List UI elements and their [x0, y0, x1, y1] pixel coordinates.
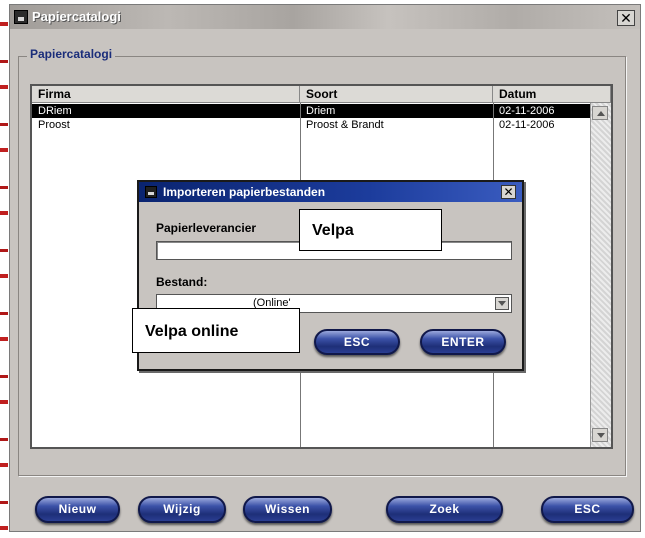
esc-button[interactable]: ESC [541, 496, 634, 523]
app-icon [14, 10, 28, 24]
dropdown-arrow-icon [498, 301, 506, 306]
supplier-label: Papierleverancier [156, 221, 257, 235]
scroll-down-button[interactable] [592, 428, 608, 442]
delete-button[interactable]: Wissen [243, 496, 332, 523]
column-header-firma[interactable]: Firma [32, 86, 300, 103]
edit-button[interactable]: Wijzig [138, 496, 226, 523]
dialog-titlebar[interactable]: Importeren papierbestanden ✕ [139, 182, 522, 202]
file-callout: Velpa online [132, 308, 300, 353]
cell-datum: 02-11-2006 [499, 119, 555, 131]
column-header-soort[interactable]: Soort [300, 86, 493, 103]
dialog-esc-button[interactable]: ESC [314, 329, 400, 355]
cell-datum: 02-11-2006 [493, 104, 590, 118]
window-titlebar[interactable]: Papiercatalogi ✕ [10, 5, 640, 29]
cell-firma: Proost [38, 119, 70, 131]
search-button[interactable]: Zoek [386, 496, 503, 523]
column-header-datum[interactable]: Datum [493, 86, 611, 103]
scroll-up-button[interactable] [592, 106, 608, 120]
cell-firma: DRiem [32, 104, 300, 118]
catalog-group-label: Papiercatalogi [27, 47, 116, 61]
window-title: Papiercatalogi [32, 9, 121, 24]
dialog-enter-button[interactable]: ENTER [420, 329, 506, 355]
scroll-down-icon [597, 433, 605, 438]
table-row[interactable]: Proost Proost & Brandt 02-11-2006 [32, 118, 590, 132]
cell-soort: Driem [300, 104, 493, 118]
vertical-scrollbar[interactable] [590, 103, 611, 447]
table-row[interactable]: DRiem Driem 02-11-2006 [32, 104, 590, 118]
cell-soort: Proost & Brandt [306, 119, 384, 131]
new-button[interactable]: Nieuw [35, 496, 120, 523]
file-dropdown-button[interactable] [495, 297, 509, 310]
supplier-callout: Velpa [299, 209, 442, 251]
dialog-close-button[interactable]: ✕ [501, 185, 516, 199]
file-label: Bestand: [156, 275, 208, 289]
scroll-up-icon [597, 111, 605, 116]
window-close-button[interactable]: ✕ [617, 10, 635, 26]
dialog-app-icon [145, 186, 157, 198]
dialog-title: Importeren papierbestanden [163, 185, 326, 199]
left-edge-marks [0, 0, 8, 538]
